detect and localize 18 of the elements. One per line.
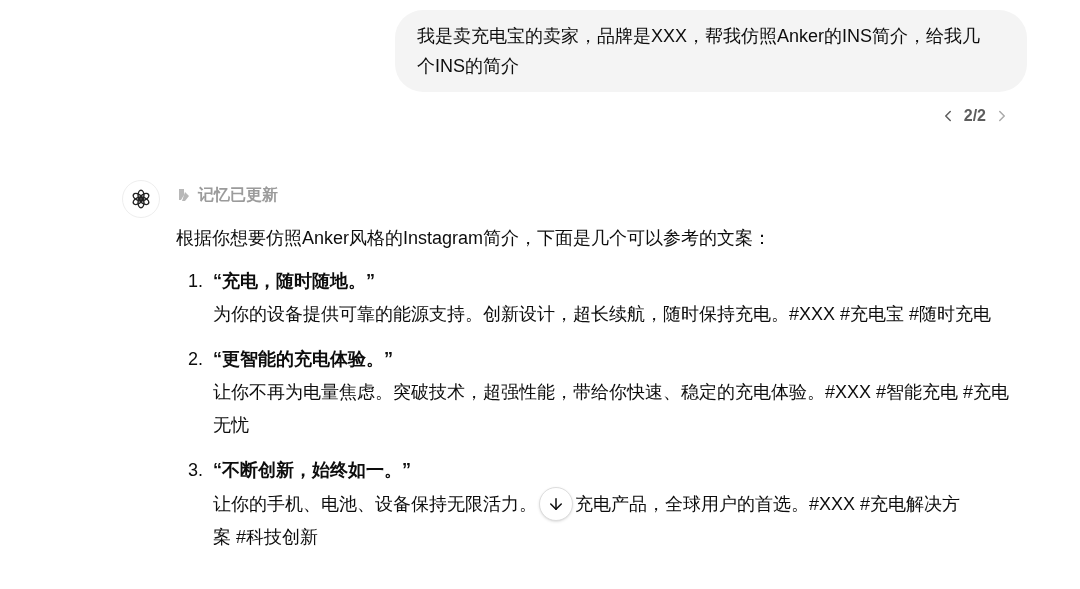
item-title: “更智能的充电体验。” (213, 348, 394, 371)
description-text: 充电产品，全球用户的首选。#XXX #充电解决方 (575, 492, 961, 516)
page-counter: 2/2 (963, 106, 986, 126)
list-number: 2. (187, 348, 204, 371)
item-title: “充电，随时随地。” (213, 270, 376, 293)
list-number: 1. (187, 270, 204, 293)
intro-text: 根据你想要仿照Anker风格的Instagram简介，下面是几个可以参考的文案： (176, 227, 773, 250)
item-description: 为你的设备提供可靠的能源支持。创新设计，超长续航，随时保持充电。#XXX #充电宝 #随时充电 (213, 303, 993, 326)
arrow-down-icon (547, 495, 565, 513)
pencil-icon (176, 187, 192, 203)
memory-status: 记忆已更新 (198, 185, 278, 205)
description-text: 让你的手机、电池、设备保持无限活力。 (213, 492, 537, 516)
item-title: “不断创新，始终如一。” (213, 459, 412, 482)
user-message: 我是卖充电宝的卖家，品牌是XXX，帮我仿照Anker的INS简介，给我几个INS的简介 (395, 10, 1027, 92)
item-description: 让你不再为电量焦虑。突破技术，超强性能，带给你快速、稳定的充电体验。#XXX #智能充电 #充电无忧 (213, 381, 1011, 437)
scroll-down-button[interactable] (539, 487, 573, 521)
description-text: 案 #科技创新 (213, 526, 319, 549)
list-number: 3. (187, 459, 204, 482)
